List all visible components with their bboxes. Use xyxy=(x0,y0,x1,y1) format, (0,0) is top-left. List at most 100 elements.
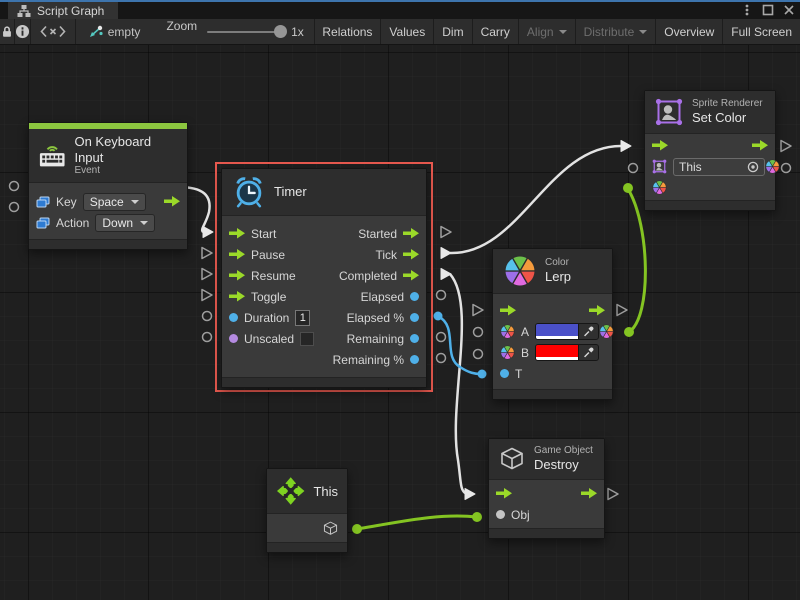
tab-script-graph[interactable]: Script Graph xyxy=(8,2,118,19)
port-lerp-flow-in[interactable] xyxy=(473,305,483,316)
port-timer-pause-in[interactable] xyxy=(202,248,212,259)
port-timer-started-out[interactable] xyxy=(441,227,451,238)
window-menu-button[interactable] xyxy=(740,3,754,17)
node-timer[interactable]: Timer Start Started Pause Tick Resume Co… xyxy=(221,168,427,388)
zoom-slider[interactable] xyxy=(207,31,283,33)
value-port-icon[interactable] xyxy=(229,313,238,322)
dim-button[interactable]: Dim xyxy=(434,19,472,44)
port-timer-resume-in[interactable] xyxy=(202,269,212,280)
flow-out-arrow-icon[interactable] xyxy=(581,488,597,499)
color-a-field[interactable] xyxy=(535,323,599,340)
port-timer-tick-out[interactable] xyxy=(441,248,451,259)
chevron-down-icon xyxy=(559,30,567,34)
flow-out-arrow-icon[interactable] xyxy=(752,140,768,151)
node-setcolor[interactable]: Sprite Renderer Set Color xyxy=(644,90,776,211)
close-button[interactable] xyxy=(782,3,796,17)
port-destroy-flow-in[interactable] xyxy=(465,489,475,500)
relations-button[interactable]: Relations xyxy=(314,19,381,44)
value-port-icon[interactable] xyxy=(410,334,419,343)
port-timer-remaining-out[interactable] xyxy=(437,333,446,342)
port-label: Action xyxy=(56,216,89,230)
align-button[interactable]: Align xyxy=(519,19,576,44)
eyedropper-icon[interactable] xyxy=(578,324,598,339)
color-port-icon[interactable] xyxy=(500,345,515,360)
sprite-renderer-port-icon[interactable] xyxy=(652,159,667,174)
port-destroy-obj-in[interactable] xyxy=(472,512,482,522)
color-port-icon[interactable] xyxy=(652,180,667,195)
port-setcolor-value-out[interactable] xyxy=(782,164,791,173)
flow-out-arrow-icon[interactable] xyxy=(164,196,180,207)
flow-in-arrow-icon[interactable] xyxy=(229,228,245,239)
lock-button[interactable] xyxy=(0,19,15,44)
port-timer-start-in[interactable] xyxy=(203,227,213,238)
target-object-field[interactable]: This xyxy=(673,158,765,176)
flow-in-arrow-icon[interactable] xyxy=(229,249,245,260)
action-dropdown[interactable]: Down xyxy=(95,214,155,232)
node-title: Lerp xyxy=(545,269,571,285)
port-timer-elapsed-out[interactable] xyxy=(437,291,446,300)
duration-input[interactable]: 1 xyxy=(295,310,310,326)
node-color-lerp[interactable]: Color Lerp A xyxy=(492,248,613,400)
values-button[interactable]: Values xyxy=(381,19,434,44)
color-port-icon[interactable] xyxy=(765,159,780,174)
full-screen-button[interactable]: Full Screen xyxy=(723,19,800,44)
port-lerp-result-out[interactable] xyxy=(624,327,634,337)
object-picker-icon[interactable] xyxy=(747,161,759,173)
flow-out-arrow-icon[interactable] xyxy=(403,249,419,260)
value-port-icon[interactable] xyxy=(410,292,419,301)
node-destroy[interactable]: Game Object Destroy Obj xyxy=(488,438,605,539)
node-on-keyboard-input[interactable]: On Keyboard Input Event Key Space xyxy=(28,122,188,250)
port-keyboard-key-in[interactable] xyxy=(10,182,19,191)
flow-out-arrow-icon[interactable] xyxy=(403,270,419,281)
port-setcolor-color-in[interactable] xyxy=(623,183,633,193)
port-lerp-a-in[interactable] xyxy=(474,328,483,337)
color-a-swatch[interactable] xyxy=(536,324,578,339)
value-port-icon[interactable] xyxy=(410,355,419,364)
color-port-icon[interactable] xyxy=(500,324,515,339)
value-port-icon[interactable] xyxy=(500,369,509,378)
port-setcolor-flow-out[interactable] xyxy=(781,141,791,152)
port-timer-duration-in[interactable] xyxy=(203,312,212,321)
game-object-port-icon[interactable] xyxy=(322,520,339,537)
carry-button[interactable]: Carry xyxy=(473,19,519,44)
value-port-icon[interactable] xyxy=(496,510,505,519)
color-b-swatch[interactable] xyxy=(536,345,578,360)
key-dropdown[interactable]: Space xyxy=(83,193,146,211)
variables-toggle-button[interactable] xyxy=(31,19,75,44)
port-destroy-flow-out[interactable] xyxy=(608,489,618,500)
zoom-slider-handle[interactable] xyxy=(274,25,287,38)
flow-in-arrow-icon[interactable] xyxy=(229,270,245,281)
distribute-button[interactable]: Distribute xyxy=(576,19,657,44)
port-setcolor-flow-in[interactable] xyxy=(621,141,631,152)
port-lerp-t-in[interactable] xyxy=(478,370,487,379)
flow-in-arrow-icon[interactable] xyxy=(496,488,512,499)
port-timer-elapsedpct-out[interactable] xyxy=(434,312,443,321)
port-lerp-flow-out[interactable] xyxy=(617,305,627,316)
port-timer-unscaled-in[interactable] xyxy=(203,333,212,342)
eyedropper-icon[interactable] xyxy=(578,345,598,360)
port-timer-completed-out[interactable] xyxy=(441,269,451,280)
flow-in-arrow-icon[interactable] xyxy=(652,140,668,151)
color-b-field[interactable] xyxy=(535,344,599,361)
value-port-icon[interactable] xyxy=(229,334,238,343)
port-keyboard-action-in[interactable] xyxy=(10,203,19,212)
flow-in-arrow-icon[interactable] xyxy=(229,291,245,302)
port-setcolor-target-in[interactable] xyxy=(629,164,638,173)
unscaled-checkbox[interactable] xyxy=(300,332,314,346)
flow-out-arrow-icon[interactable] xyxy=(589,305,605,316)
port-timer-remainingpct-out[interactable] xyxy=(437,354,446,363)
graph-canvas[interactable]: On Keyboard Input Event Key Space xyxy=(0,45,800,600)
overview-button[interactable]: Overview xyxy=(656,19,723,44)
port-this-out[interactable] xyxy=(352,524,362,534)
flow-in-arrow-icon[interactable] xyxy=(500,305,516,316)
graph-reference[interactable]: empty xyxy=(88,19,141,44)
node-this[interactable]: This xyxy=(266,468,348,553)
game-object-cube-icon xyxy=(498,445,526,473)
info-button[interactable] xyxy=(15,19,31,44)
port-lerp-b-in[interactable] xyxy=(474,350,483,359)
port-timer-toggle-in[interactable] xyxy=(202,290,212,301)
maximize-button[interactable] xyxy=(761,3,775,17)
color-port-icon[interactable] xyxy=(599,324,614,339)
value-port-icon[interactable] xyxy=(410,313,419,322)
flow-out-arrow-icon[interactable] xyxy=(403,228,419,239)
